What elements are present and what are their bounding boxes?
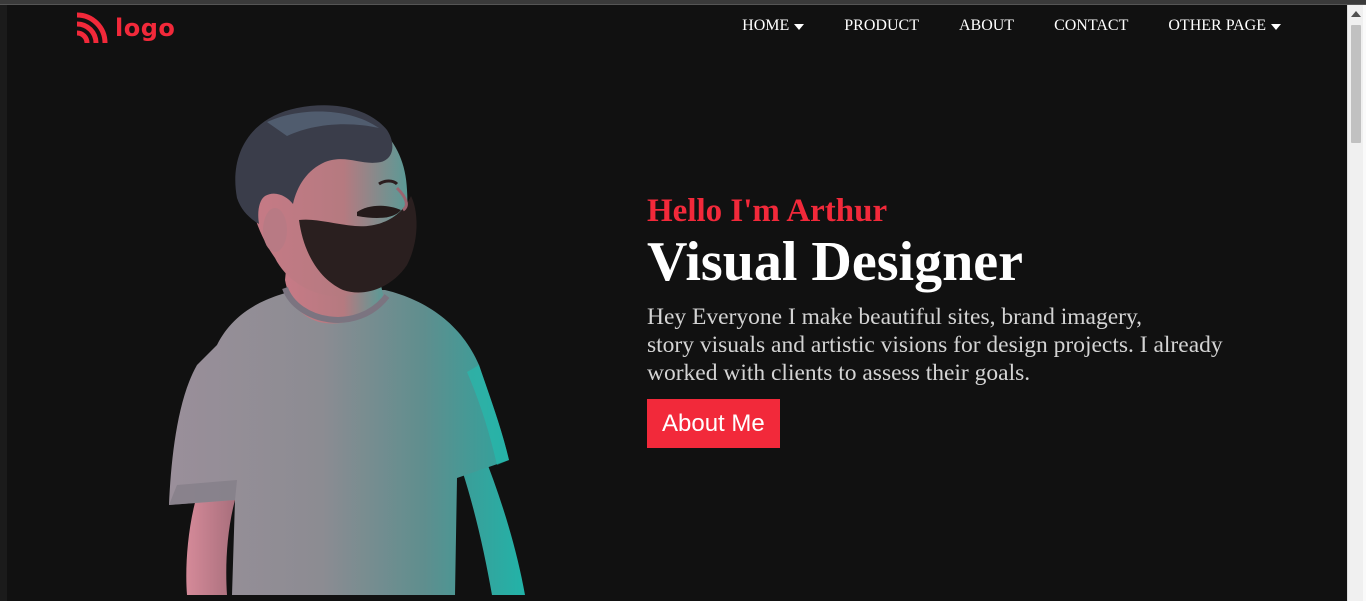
caret-down-icon (1271, 23, 1281, 30)
hero-section: Hello I'm Arthur Visual Designer Hey Eve… (647, 191, 1287, 448)
logo-text: logo (115, 14, 176, 42)
nav-item-product[interactable]: PRODUCT (844, 17, 919, 35)
about-me-button[interactable]: About Me (647, 399, 780, 448)
nav-item-contact[interactable]: CONTACT (1054, 17, 1128, 35)
hero-intro-line: Hey Everyone I make beautiful sites, bra… (647, 304, 1143, 330)
scrollbar-thumb[interactable] (1351, 25, 1361, 143)
hero-intro-line: worked with clients to assess their goal… (647, 360, 1031, 386)
hero-intro-line: story visuals and artistic visions for d… (647, 332, 1223, 358)
nav-item-label: HOME (742, 17, 790, 34)
nav-item-label: ABOUT (958, 17, 1015, 34)
hero-headline: Visual Designer (647, 231, 1023, 293)
page-viewport: logo HOME PRODUCT ABOUT CONTACT OTHER PA… (7, 5, 1347, 601)
main-nav: HOME PRODUCT ABOUT CONTACT OTHER PAGE (702, 17, 1281, 35)
caret-down-icon (794, 23, 805, 30)
nav-item-label: PRODUCT (844, 17, 919, 34)
nav-item-other-page[interactable]: OTHER PAGE (1168, 17, 1281, 35)
portrait-image (169, 105, 525, 595)
logo-link[interactable]: logo (75, 10, 175, 46)
browser-left-edge (0, 5, 7, 601)
nav-item-home[interactable]: HOME (742, 17, 805, 35)
hero-intro: Hey Everyone I make beautiful sites, bra… (647, 303, 1277, 387)
nav-item-label: CONTACT (1054, 17, 1129, 34)
hero-greeting: Hello I'm Arthur (647, 193, 888, 229)
nav-item-about[interactable]: ABOUT (959, 17, 1014, 35)
nav-item-label: OTHER PAGE (1168, 17, 1266, 34)
vertical-scrollbar[interactable] (1347, 5, 1363, 601)
scroll-up-arrow-icon[interactable] (1351, 11, 1361, 17)
rss-icon (76, 12, 108, 44)
